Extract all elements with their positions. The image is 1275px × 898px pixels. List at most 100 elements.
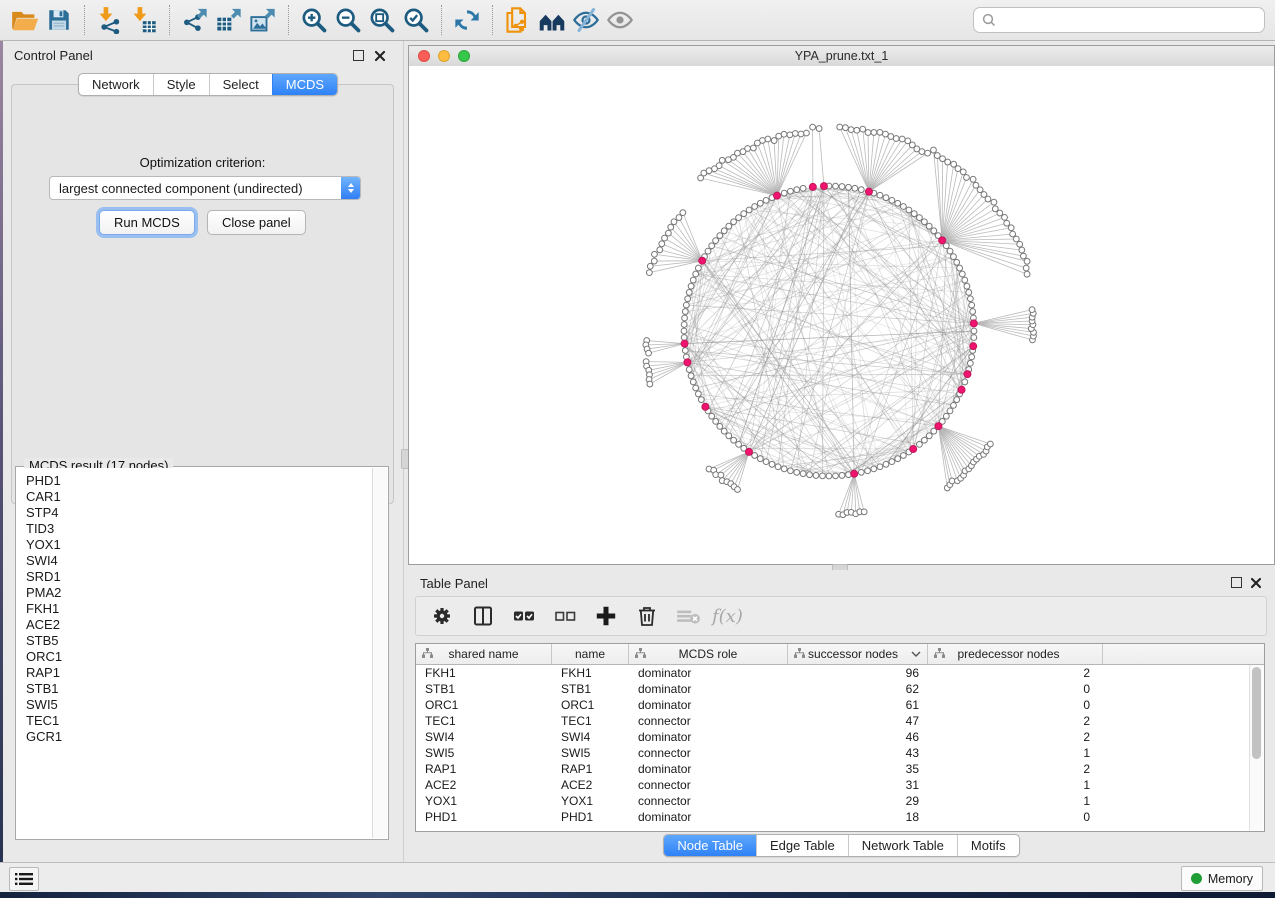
delete-column-button[interactable] [634,603,660,629]
table-row[interactable]: ACE2ACE2connector311 [416,777,1264,793]
mcds-result-item[interactable]: STB1 [17,681,373,697]
deselect-all-button[interactable] [552,603,578,629]
first-neighbors-button[interactable] [535,4,569,36]
mcds-result-item[interactable]: PHD1 [17,473,373,489]
mcds-result-item[interactable]: YOX1 [17,537,373,553]
tab-style[interactable]: Style [153,74,209,95]
tab-network[interactable]: Network [79,74,153,95]
tab-edge-table[interactable]: Edge Table [756,835,848,856]
zoom-out-button[interactable] [331,4,365,36]
criterion-select[interactable]: largest connected component (undirected) [49,176,361,200]
tab-motifs[interactable]: Motifs [957,835,1019,856]
main-toolbar [0,0,1275,41]
mcds-result-item[interactable]: ACE2 [17,617,373,633]
mcds-result-item[interactable]: ORC1 [17,649,373,665]
clone-network-icon [504,6,532,34]
tab-mcds[interactable]: MCDS [272,74,337,95]
mcds-result-item[interactable]: TID3 [17,521,373,537]
mcds-result-item[interactable]: SRD1 [17,569,373,585]
network-window-titlebar[interactable]: YPA_prune.txt_1 [409,46,1274,67]
network-graph[interactable] [409,66,1274,564]
export-image-button[interactable] [246,4,280,36]
memory-button[interactable]: Memory [1181,866,1263,891]
table-cell: SWI4 [416,730,552,744]
clone-network-button[interactable] [501,4,535,36]
close-panel-button[interactable]: Close panel [207,210,306,235]
search-box[interactable] [973,7,1265,33]
table-settings-button[interactable] [429,603,455,629]
select-all-button[interactable] [511,603,537,629]
search-input[interactable] [997,12,1264,29]
table-row[interactable]: SWI4SWI4dominator462 [416,729,1264,745]
table-cell: 0 [928,682,1103,696]
delete-table-button-disabled [675,603,701,629]
table-row[interactable]: YOX1YOX1connector291 [416,793,1264,809]
desktop-wallpaper-bottom [0,892,1275,898]
mcds-result-list[interactable]: PHD1CAR1STP4TID3YOX1SWI4SRD1PMA2FKH1ACE2… [17,468,373,838]
float-panel-icon[interactable] [1231,577,1242,588]
vertical-splitter[interactable] [400,41,408,862]
run-mcds-button[interactable]: Run MCDS [99,210,195,235]
mcds-result-item[interactable]: STB5 [17,633,373,649]
table-row[interactable]: PHD1PHD1dominator180 [416,809,1264,825]
table-cell: YOX1 [416,794,552,808]
table-row[interactable]: RAP1RAP1dominator352 [416,761,1264,777]
column-header-name[interactable]: name [552,644,629,664]
task-history-button[interactable] [9,867,39,891]
mcds-result-item[interactable]: TEC1 [17,713,373,729]
trash-icon [635,604,659,628]
mcds-result-item[interactable]: SWI4 [17,553,373,569]
zoom-in-button[interactable] [297,4,331,36]
export-table-button[interactable] [212,4,246,36]
table-scrollbar[interactable] [1249,665,1263,830]
column-header-MCDS-role[interactable]: MCDS role [629,644,788,664]
table-row[interactable]: STB1STB1dominator620 [416,681,1264,697]
zoom-fit-icon [368,6,396,34]
table-cell: dominator [629,810,788,824]
mcds-result-item[interactable]: STP4 [17,505,373,521]
column-header-label: predecessor nodes [957,647,1059,661]
mcds-result-item[interactable]: RAP1 [17,665,373,681]
table-cell: PHD1 [416,810,552,824]
table-row[interactable]: TEC1TEC1connector472 [416,713,1264,729]
sort-chevron-icon[interactable] [911,651,921,658]
export-network-button[interactable] [178,4,212,36]
column-header-successor-nodes[interactable]: successor nodes [788,644,928,664]
mcds-list-scrollbar[interactable] [372,468,387,838]
mcds-result-item[interactable]: GCR1 [17,729,373,745]
table-cell: 18 [788,810,928,824]
import-network-button[interactable] [93,4,127,36]
mcds-result-item[interactable]: SWI5 [17,697,373,713]
table-row[interactable]: FKH1FKH1dominator962 [416,665,1264,681]
open-session-button[interactable] [8,4,42,36]
add-column-button[interactable] [593,603,619,629]
zoom-fit-button[interactable] [365,4,399,36]
import-table-button[interactable] [127,4,161,36]
column-header-predecessor-nodes[interactable]: predecessor nodes [928,644,1103,664]
save-icon [46,7,72,33]
show-all-button[interactable] [603,4,637,36]
tab-network-table[interactable]: Network Table [848,835,957,856]
tab-select[interactable]: Select [209,74,272,95]
column-header-shared-name[interactable]: shared name [416,644,552,664]
mcds-result-item[interactable]: FKH1 [17,601,373,617]
zoom-selected-button[interactable] [399,4,433,36]
save-session-button[interactable] [42,4,76,36]
table-row[interactable]: ORC1ORC1dominator610 [416,697,1264,713]
refresh-layout-button[interactable] [450,4,484,36]
mcds-result-item[interactable]: CAR1 [17,489,373,505]
float-panel-icon[interactable] [353,50,364,61]
hide-selected-button[interactable] [569,4,603,36]
table-cell: PHD1 [552,810,629,824]
table-row[interactable]: SWI5SWI5connector431 [416,745,1264,761]
mcds-result-item[interactable]: PMA2 [17,585,373,601]
close-panel-icon[interactable] [1250,577,1262,589]
show-columns-button[interactable] [470,603,496,629]
toolbar-separator [441,5,442,35]
function-builder-button-disabled: f(x) [712,606,743,627]
close-panel-icon[interactable] [374,50,386,62]
scrollbar-thumb[interactable] [1252,667,1261,759]
table-cell: 0 [928,810,1103,824]
tab-node-table[interactable]: Node Table [664,835,756,856]
network-canvas[interactable] [409,66,1274,564]
